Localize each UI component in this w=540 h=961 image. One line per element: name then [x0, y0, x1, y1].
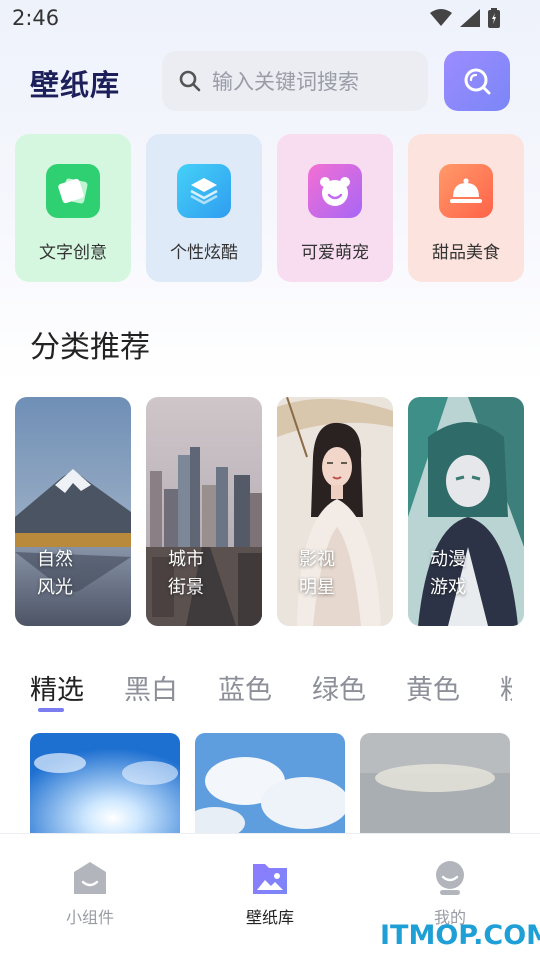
nav-widgets[interactable]: 小组件 [40, 860, 140, 928]
bear-icon [308, 164, 362, 218]
portrait-image [277, 397, 393, 626]
quick-cute-pets[interactable]: 可爱萌宠 [277, 134, 393, 282]
category-label: 城市 街景 [168, 549, 204, 598]
wallpaper-thumbnail[interactable] [195, 733, 345, 833]
color-tabs: 精选 黑白 蓝色 绿色 黄色 粉 [0, 668, 540, 714]
quick-label: 可爱萌宠 [301, 243, 369, 263]
profile-icon [436, 861, 464, 895]
wallpaper-icon [253, 864, 287, 894]
nav-label: 壁纸库 [245, 908, 294, 927]
sky-sun-image [30, 733, 180, 833]
nav-profile[interactable]: 我的 [400, 860, 500, 928]
quick-label: 文字创意 [39, 243, 107, 263]
search-icon [464, 68, 491, 95]
tab-yellow[interactable]: 黄色 [406, 668, 460, 707]
status-time: 2:46 [12, 6, 60, 30]
quick-dessert-food[interactable]: 甜品美食 [408, 134, 524, 282]
search-icon [179, 70, 201, 92]
search-button[interactable] [444, 51, 510, 111]
category-anime-games[interactable]: 动漫 游戏 [408, 397, 524, 626]
clouds-image [195, 733, 345, 833]
tab-black-white[interactable]: 黑白 [124, 668, 178, 707]
category-city[interactable]: 城市 街景 [146, 397, 262, 626]
wifi-icon [430, 9, 452, 26]
section-title: 分类推荐 [30, 330, 150, 365]
city-image [146, 397, 262, 626]
tab-green[interactable]: 绿色 [312, 668, 366, 707]
category-label: 影视 明星 [299, 549, 335, 598]
search-input[interactable]: 输入关键词搜索 [162, 51, 428, 111]
battery-icon [488, 8, 500, 28]
signal-icon [460, 9, 480, 27]
anime-image [408, 397, 524, 626]
quick-text-creative[interactable]: 文字创意 [15, 134, 131, 282]
category-movie-stars[interactable]: 影视 明星 [277, 397, 393, 626]
app-logo: 壁纸库 [30, 68, 121, 102]
nav-wallpapers[interactable]: 壁纸库 [220, 860, 320, 928]
wallpaper-thumbnail[interactable] [30, 733, 180, 833]
quick-cool-style[interactable]: 个性炫酷 [146, 134, 262, 282]
widget-icon [74, 862, 106, 894]
tab-blue[interactable]: 蓝色 [218, 668, 272, 707]
tab-indicator [38, 708, 64, 712]
text-card-icon [46, 164, 100, 218]
quick-label: 甜品美食 [432, 243, 500, 263]
tab-featured[interactable]: 精选 [30, 668, 84, 707]
mountain-image [15, 397, 131, 626]
tab-pink[interactable]: 粉 [500, 668, 512, 707]
watermark: ITMOP.COM [380, 920, 540, 951]
layers-icon [177, 164, 231, 218]
quick-label: 个性炫酷 [170, 243, 238, 263]
status-bar: 2:46 [0, 0, 540, 38]
category-label: 自然 风光 [37, 549, 73, 598]
wallpaper-thumbnail[interactable] [360, 733, 510, 833]
category-nature[interactable]: 自然 风光 [15, 397, 131, 626]
nav-label: 小组件 [65, 908, 114, 927]
food-cover-icon [439, 164, 493, 218]
category-label: 动漫 游戏 [430, 549, 466, 598]
search-placeholder: 输入关键词搜索 [212, 70, 359, 94]
water-image [360, 733, 510, 833]
status-icons [430, 8, 500, 28]
